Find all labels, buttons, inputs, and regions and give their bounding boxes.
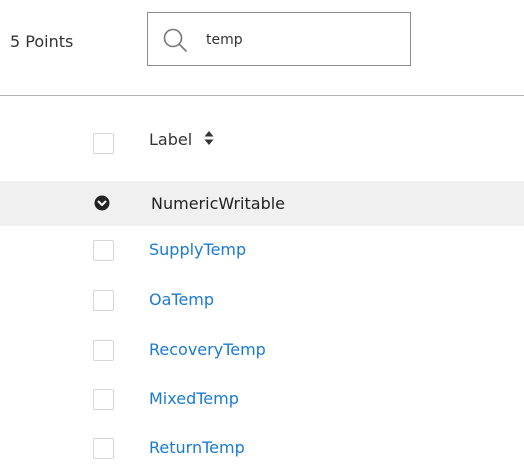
table-row: OaTemp [0,276,524,326]
point-link[interactable]: OaTemp [149,288,214,312]
table-header: Label [0,120,524,164]
point-link[interactable]: ReturnTemp [149,436,245,460]
search-box[interactable] [147,12,411,66]
group-label: NumericWritable [151,194,286,213]
chevron-down-icon[interactable] [94,195,110,211]
points-count: 5 Points [10,32,74,51]
row-checkbox[interactable] [93,240,114,261]
row-checkbox[interactable] [93,389,114,410]
search-input[interactable] [206,27,396,53]
sort-icon[interactable] [204,130,214,146]
point-link[interactable]: MixedTemp [149,387,239,411]
label-column-header[interactable]: Label [149,128,192,152]
row-checkbox[interactable] [93,290,114,311]
search-icon [163,28,187,52]
group-header-numericwritable[interactable]: NumericWritable [0,181,524,226]
table-row: SupplyTemp [0,226,524,276]
point-link[interactable]: RecoveryTemp [149,338,266,362]
table-row: ReturnTemp [0,424,524,474]
select-all-checkbox[interactable] [93,133,114,154]
row-checkbox[interactable] [93,438,114,459]
table-row: MixedTemp [0,375,524,425]
point-link[interactable]: SupplyTemp [149,238,246,262]
row-checkbox[interactable] [93,340,114,361]
toolbar: 5 Points [0,0,524,96]
table-row: RecoveryTemp [0,326,524,376]
